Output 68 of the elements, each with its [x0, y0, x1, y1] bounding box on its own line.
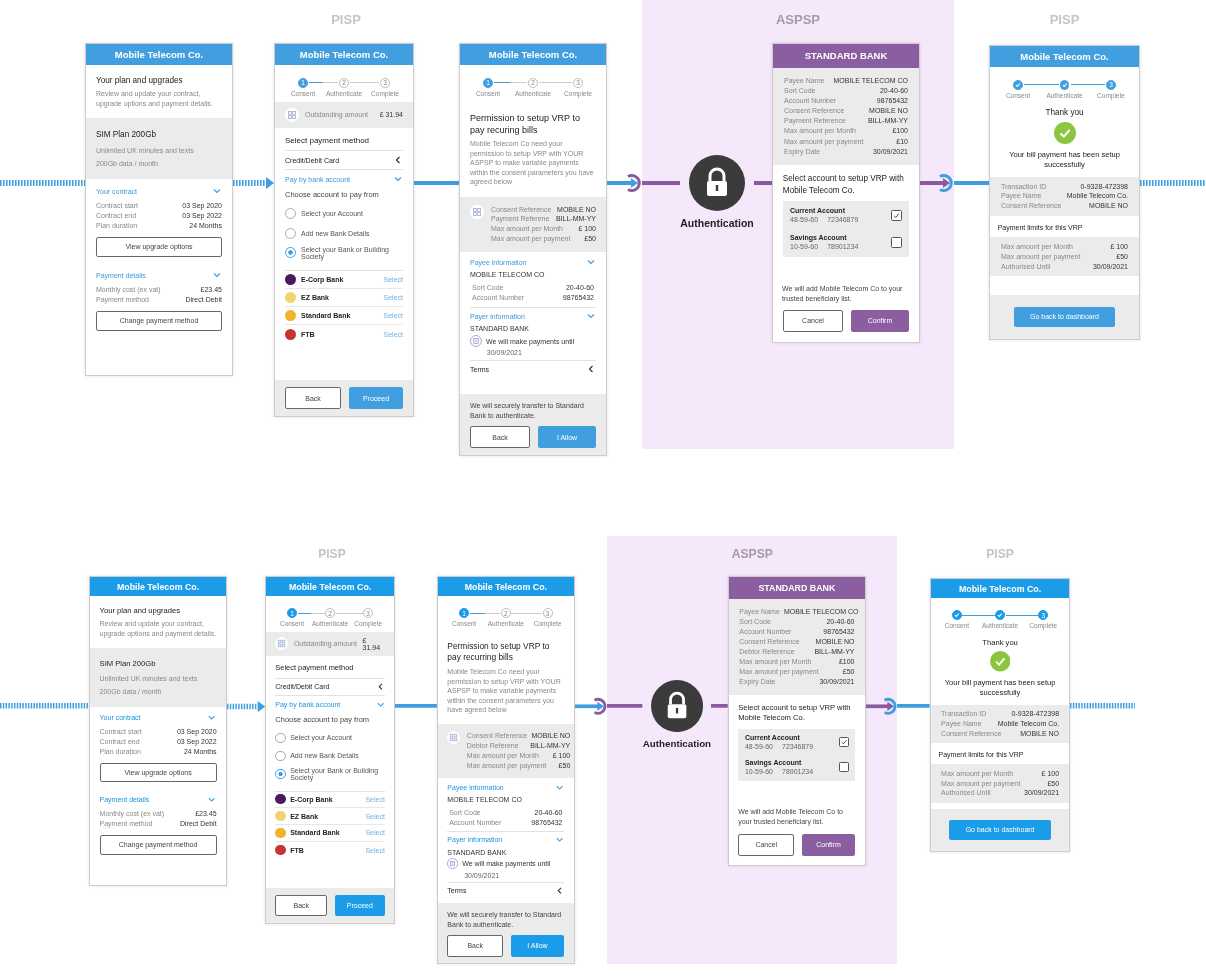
ring-arrow-connector — [865, 696, 898, 716]
checkbox[interactable] — [838, 736, 849, 748]
section-heading: Select account to setup VRP with Mobile Telecom Co. — [781, 173, 905, 197]
app-header: Mobile Telecom Co. — [930, 578, 1070, 599]
screen-title: Permission to setup VRP to pay recurring bills — [447, 641, 551, 664]
checkbox[interactable] — [838, 762, 849, 773]
app-header: Mobile Telecom Co. — [266, 577, 395, 597]
region-label: PISP — [318, 547, 346, 562]
lock-icon — [650, 680, 703, 733]
chevron-left-icon[interactable] — [393, 155, 403, 166]
connector-line — [395, 704, 438, 709]
app-header: Mobile Telecom Co. — [90, 577, 226, 597]
section-heading: Select payment method — [285, 135, 371, 145]
region-label: PISP — [986, 547, 1014, 562]
app-header: Mobile Telecom Co. — [86, 44, 232, 65]
ring-arrow-connector — [574, 696, 608, 716]
app-header: Mobile Telecom Co. — [275, 44, 413, 65]
radio-button[interactable] — [285, 247, 296, 259]
lock-icon — [689, 155, 745, 211]
connector-line — [754, 181, 772, 185]
connector-line — [642, 181, 680, 185]
dotted-connector — [1140, 180, 1206, 186]
app-header: Mobile Telecom Co. — [438, 577, 574, 597]
radio-button[interactable] — [285, 227, 296, 239]
chevron-down-icon[interactable] — [586, 311, 596, 321]
radio-button[interactable] — [275, 750, 286, 761]
grid-icon — [275, 637, 289, 651]
radio-button[interactable] — [275, 768, 286, 780]
checkbox[interactable] — [891, 209, 902, 221]
checkbox[interactable] — [891, 236, 902, 248]
connector-line — [711, 704, 729, 709]
app-header: Mobile Telecom Co. — [990, 46, 1139, 67]
chevron-down-icon[interactable] — [207, 713, 217, 723]
connector-line — [954, 181, 989, 185]
chevron-down-icon[interactable] — [207, 795, 217, 805]
step-caption: Authentication — [680, 217, 754, 230]
dotted-arrow — [226, 700, 265, 712]
chevron-left-icon[interactable] — [375, 682, 385, 692]
plan-name: SIM Plan 200Gb — [96, 130, 158, 140]
dotted-connector — [1070, 703, 1136, 709]
calendar-icon — [470, 335, 482, 347]
screen-title: Permission to setup VRP to pay recuring bills — [470, 111, 581, 136]
screen-title: Thank you — [1044, 108, 1085, 118]
region-label: PISP — [1049, 12, 1080, 27]
success-check-icon — [989, 651, 1011, 672]
app-header: Mobile Telecom Co. — [460, 44, 606, 65]
connector-line — [414, 181, 459, 185]
region-label: PISP — [331, 12, 361, 27]
connector-line — [607, 704, 643, 709]
ring-arrow-connector — [920, 173, 954, 193]
grid-icon — [285, 107, 299, 122]
grid-icon — [470, 204, 484, 219]
success-check-icon — [1053, 121, 1076, 144]
region-label: ASPSP — [775, 12, 821, 27]
radio-button[interactable] — [275, 732, 286, 743]
ring-arrow-connector — [607, 173, 642, 193]
step-caption: Authentication — [642, 738, 712, 750]
chevron-left-icon[interactable] — [586, 364, 596, 375]
grid-icon — [447, 731, 461, 745]
region-label: ASPSP — [731, 547, 773, 562]
connector-line — [897, 704, 930, 709]
app-header: STANDARD BANK — [729, 577, 865, 600]
chevron-down-icon[interactable] — [555, 835, 565, 845]
dotted-arrow — [233, 177, 274, 189]
radio-button[interactable] — [285, 208, 296, 220]
calendar-icon — [447, 858, 459, 870]
screen-title: Your plan and upgrades — [96, 74, 184, 86]
app-header: STANDARD BANK — [773, 44, 919, 68]
